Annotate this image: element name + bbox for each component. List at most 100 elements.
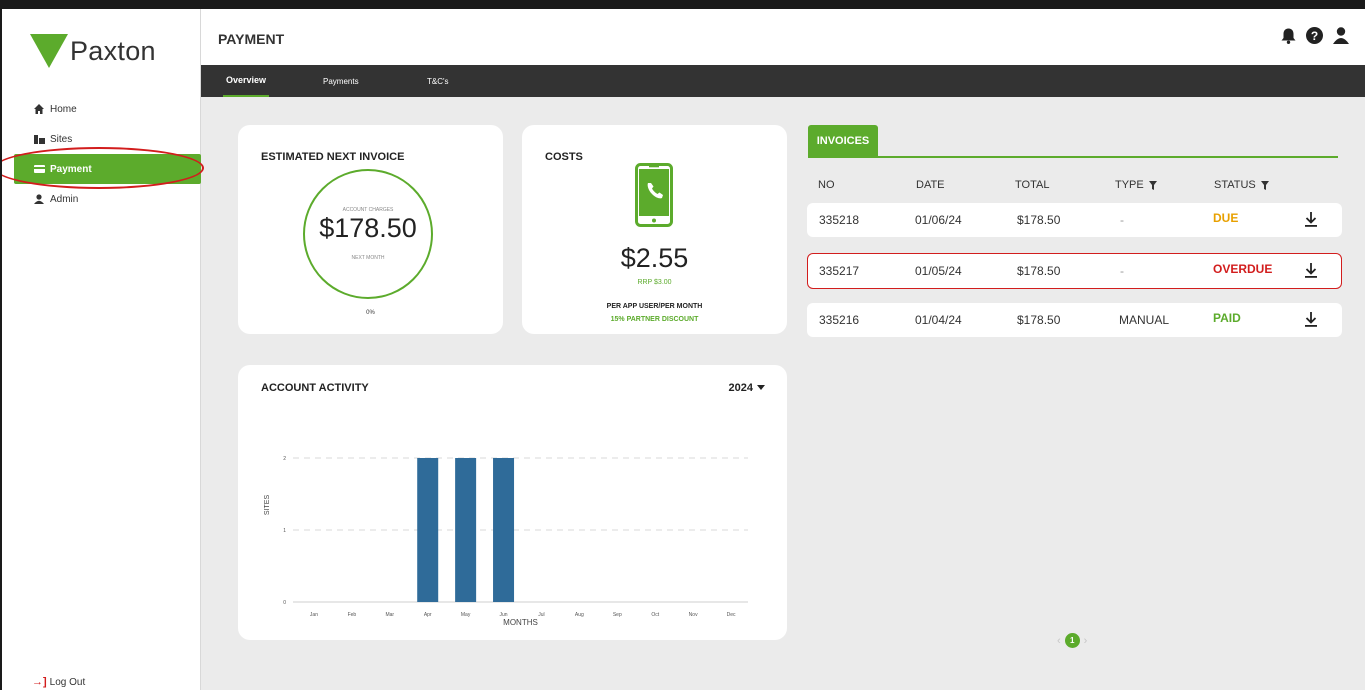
filter-icon[interactable] [1148, 180, 1157, 190]
page-button[interactable]: 1 [1064, 633, 1080, 648]
x-tick-label: Apr [424, 612, 432, 618]
costs-per-user: PER APP USER/PER MONTH [606, 303, 703, 310]
invoice-date: 01/04/24 [915, 313, 962, 327]
sidebar-item-label: Sites [50, 133, 73, 145]
status-badge: OVERDUE [1213, 262, 1273, 276]
download-icon[interactable] [1305, 312, 1317, 327]
user-icon [33, 194, 45, 204]
sidebar-item-sites[interactable]: Sites [2, 124, 201, 154]
help-icon[interactable]: ? [1306, 27, 1323, 44]
estimate-percent: 0% [366, 310, 375, 316]
next-page-icon[interactable]: › [1084, 635, 1088, 647]
tab-terms[interactable]: T&C's [427, 65, 449, 97]
sidebar-item-label: Admin [50, 193, 79, 205]
costs-rrp: RRP $3.00 [637, 279, 672, 286]
header: PAYMENT ? [201, 9, 1365, 65]
logout-label: Log Out [49, 676, 86, 688]
y-axis-title: SITES [264, 495, 271, 516]
invoice-row[interactable]: 335218 01/06/24 $178.50 - DUE [807, 203, 1342, 237]
card-title: COSTS [545, 151, 583, 163]
download-icon[interactable] [1305, 263, 1317, 278]
invoice-total: $178.50 [1017, 213, 1061, 227]
x-tick-label: Dec [727, 612, 736, 618]
invoice-no: 335218 [819, 213, 860, 227]
status-badge: DUE [1213, 211, 1239, 225]
col-header-no: NO [818, 179, 835, 191]
x-tick-label: Nov [689, 612, 698, 618]
sidebar-nav: Home Sites Payment Admin [2, 94, 201, 214]
invoice-total: $178.50 [1017, 264, 1061, 278]
invoices-tab-underline [808, 156, 1338, 158]
sites-icon [33, 134, 45, 144]
invoice-ring: ACCOUNT CHARGES $178.50 NEXT MONTH [303, 169, 433, 299]
chart-bar [455, 458, 477, 602]
download-icon[interactable] [1305, 212, 1317, 227]
prev-page-icon[interactable]: ‹ [1057, 635, 1061, 647]
costs-amount: $2.55 [620, 243, 689, 273]
bell-icon[interactable] [1281, 28, 1296, 44]
invoice-type: MANUAL [1119, 313, 1170, 327]
invoice-date: 01/05/24 [915, 264, 962, 278]
invoice-no: 335216 [819, 313, 860, 327]
chart-bar [417, 458, 439, 602]
activity-chart: 012Jan Feb Mar Apr May Jun Jul Aug Sep Oct Nov DecM… [264, 456, 748, 627]
invoice-no: 335217 [819, 264, 860, 278]
tab-overview[interactable]: Overview [223, 65, 270, 97]
sidebar: Paxton Home Sites Payment Admin →] Log O… [2, 9, 201, 690]
y-tick-label: 1 [283, 528, 286, 534]
paxton-logo[interactable]: Paxton [30, 31, 156, 71]
payment-icon [33, 164, 45, 174]
y-tick-label: 2 [283, 456, 286, 462]
svg-text:?: ? [1311, 29, 1318, 43]
invoices-tab[interactable]: INVOICES [808, 125, 878, 156]
x-tick-label: Oct [651, 612, 659, 618]
filter-icon[interactable] [1260, 180, 1269, 190]
status-badge: PAID [1213, 311, 1241, 325]
col-header-status[interactable]: STATUS [1214, 179, 1269, 191]
account-icon[interactable] [1333, 27, 1349, 44]
col-header-total: TOTAL [1015, 179, 1050, 191]
next-month-label: NEXT MONTH [351, 255, 385, 261]
x-tick-label: Feb [348, 612, 357, 618]
x-tick-label: May [461, 612, 471, 618]
account-activity-card: ACCOUNT ACTIVITY 2024 0 1 2 Jan Feb Mar Apr May… [238, 365, 787, 640]
logo-text: Paxton [70, 35, 156, 66]
col-header-date: DATE [916, 179, 945, 191]
home-icon [33, 104, 45, 114]
x-tick-label: Mar [385, 612, 394, 618]
logout-icon: →] [32, 676, 47, 688]
sidebar-item-payment[interactable]: Payment [14, 154, 201, 184]
invoice-total: $178.50 [1017, 313, 1061, 327]
tab-payments[interactable]: Payments [323, 65, 359, 97]
logo-triangle-icon [30, 34, 68, 68]
invoice-type: - [1120, 213, 1124, 227]
col-header-type[interactable]: TYPE [1115, 179, 1157, 191]
invoice-row[interactable]: 335217 01/05/24 $178.50 - OVERDUE [807, 253, 1342, 289]
logout-link[interactable]: →] Log Out [32, 676, 85, 688]
x-tick-label: Jan [310, 612, 318, 618]
page-title: PAYMENT [218, 31, 285, 47]
col-header-type-label: TYPE [1115, 179, 1144, 191]
costs-card: COSTS $2.55 RRP $3.00 PER APP USER/PER M… [522, 125, 787, 334]
x-tick-label: Aug [575, 612, 584, 618]
tab-bar: Overview Payments T&C's [201, 65, 1365, 97]
estimated-invoice-card: ESTIMATED NEXT INVOICE ACCOUNT CHARGES $… [238, 125, 503, 334]
invoice-type: - [1120, 264, 1124, 278]
sidebar-item-home[interactable]: Home [2, 94, 201, 124]
estimate-amount: $178.50 [319, 213, 417, 243]
phone-icon [635, 163, 673, 227]
header-icons: ? [1281, 27, 1349, 44]
invoice-date: 01/06/24 [915, 213, 962, 227]
x-axis-title: MONTHS [503, 618, 538, 627]
x-tick-label: Sep [613, 612, 622, 618]
card-title: ESTIMATED NEXT INVOICE [261, 151, 405, 163]
chart-bar [493, 458, 515, 602]
partner-discount: 15% PARTNER DISCOUNT [610, 316, 699, 323]
col-header-status-label: STATUS [1214, 179, 1256, 191]
sidebar-item-label: Home [50, 103, 77, 115]
sidebar-item-admin[interactable]: Admin [2, 184, 201, 214]
sidebar-item-label: Payment [50, 163, 92, 175]
invoice-row[interactable]: 335216 01/04/24 $178.50 MANUAL PAID [807, 303, 1342, 337]
y-tick-label: 0 [283, 600, 286, 606]
pagination: ‹ 1 › [1057, 633, 1087, 648]
